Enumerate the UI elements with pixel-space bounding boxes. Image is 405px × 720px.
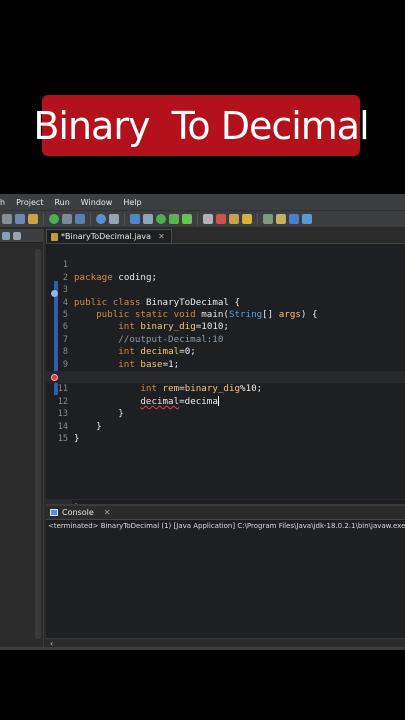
debug-icon[interactable] [49,214,59,224]
menu-bar: h Project Run Window Help [0,194,405,210]
tab-label: *BinaryToDecimal.java [61,232,152,241]
package-explorer-panel [0,229,44,650]
toolbar-separator [257,213,258,225]
tab-binarytodecimal[interactable]: *BinaryToDecimal.java ✕ [46,229,172,243]
error-marker-icon[interactable] [51,374,58,381]
java-perspective-icon[interactable] [302,214,312,224]
menu-item-partial[interactable]: h [0,198,5,207]
pin-icon[interactable] [276,214,286,224]
menu-item-window[interactable]: Window [81,198,113,207]
code-line: 3 public class BinaryToDecimal { [46,272,405,307]
search-icon[interactable] [216,214,226,224]
code-line: 13 } [46,396,405,431]
pen-icon[interactable] [242,214,252,224]
package-explorer-scrollbar[interactable] [35,249,41,639]
toolbar-separator [124,213,125,225]
override-marker-icon[interactable] [51,290,58,297]
toolbar [0,210,405,228]
bug-icon[interactable] [143,214,153,224]
toolbar-separator [90,213,91,225]
edit-icon[interactable] [229,214,239,224]
eclipse-ide: h Project Run Window Help *BinaryToDecim… [0,194,405,650]
code-line: 10 int rem=binary_dig%10; [46,359,405,394]
coverage-icon[interactable] [169,214,179,224]
new-icon[interactable] [2,214,12,224]
banner-title: Binary To Decimal [33,103,369,148]
code-line: 6 //output-Decimal:10 [46,309,405,344]
code-line: 1 package coding; [46,247,405,282]
menu-item-run[interactable]: Run [54,198,69,207]
annotation-icon[interactable] [263,214,273,224]
status-bar [0,647,405,650]
console-panel: Console ✕ <terminated> BinaryToDecimal (… [46,504,405,650]
external-tools-icon[interactable] [130,214,140,224]
code-line: 4 public static void main(String[] args)… [46,284,405,320]
code-line: 8 int base=1; [46,334,405,369]
maximize-icon[interactable] [13,231,21,240]
menu-item-project[interactable]: Project [16,198,43,207]
code-line: 9 while(binary_dig>0) { [46,346,405,382]
close-icon[interactable]: ✕ [104,508,111,517]
open-type-icon[interactable] [203,214,213,224]
save-icon[interactable] [15,214,25,224]
code-line: 5 int binary_dig=1010; [46,297,405,332]
toolbar-separator [197,213,198,225]
run-icon[interactable] [156,214,166,224]
code-line: 7 int decimal=0; [46,321,405,357]
tab-console[interactable]: Console [62,508,94,517]
console-icon [50,509,58,516]
editor-tab-bar: *BinaryToDecimal.java ✕ [46,229,405,244]
close-icon[interactable]: ✕ [158,232,165,241]
package-explorer-header [0,229,43,243]
skip-icon[interactable] [62,214,72,224]
code-line-current: 11 decimal=decima [46,371,405,407]
minimize-icon[interactable] [2,231,10,240]
code-editor: *BinaryToDecimal.java ✕ 1 package coding… [46,229,405,510]
line-number: 15 [57,434,68,444]
code-line: 14 } [46,408,405,444]
code-line: 12 } [46,383,405,419]
perspective-icon[interactable] [289,214,299,224]
server-icon[interactable] [109,214,119,224]
terminal-icon[interactable] [75,214,85,224]
console-tab-bar: Console ✕ [46,506,405,520]
code-line: 15 [46,421,405,444]
java-file-icon [51,232,58,241]
console-status: <terminated> BinaryToDecimal (1) [Java A… [48,522,405,530]
code-line: 2 [46,259,405,283]
menu-item-help[interactable]: Help [123,198,141,207]
new-class-icon[interactable] [182,214,192,224]
code-area[interactable]: 1 package coding; 2 3 public class Binar… [46,245,405,510]
properties-icon[interactable] [28,214,38,224]
toolbar-separator [43,213,44,225]
title-banner: Binary To Decimal [33,95,370,156]
globe-icon[interactable] [96,214,106,224]
